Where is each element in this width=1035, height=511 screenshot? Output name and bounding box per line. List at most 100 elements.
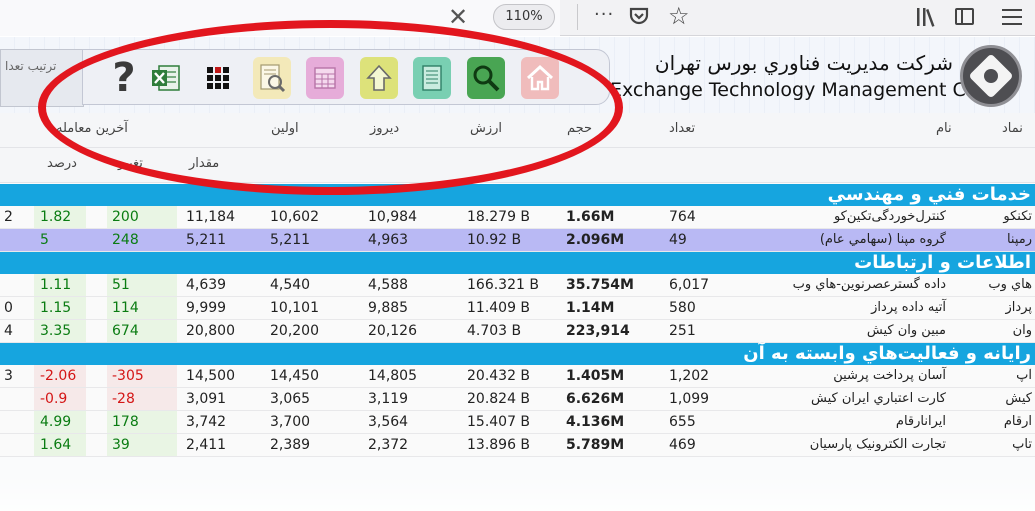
cell-count: 580	[669, 300, 696, 316]
sort-field[interactable]: ترتیب تعدا	[0, 49, 84, 107]
cell-last: 11,184	[186, 209, 235, 225]
header-symbol[interactable]: نماد	[1002, 121, 1023, 136]
cell-yesterday: 4,963	[368, 232, 409, 248]
home-button[interactable]	[521, 57, 559, 99]
cell-percent: 5	[40, 232, 49, 248]
table-row[interactable]: 3 -2.06 -305 14,500 14,450 14,805 20.432 B 1.40…	[0, 365, 1035, 388]
cell-symbol[interactable]: وان	[972, 323, 1032, 338]
cell-name[interactable]: آسان پرداخت پرشین	[748, 368, 946, 383]
company-logo[interactable]	[960, 45, 1022, 107]
cell-name[interactable]: ايرانارقام	[748, 414, 946, 429]
search-icon	[473, 65, 500, 92]
header-count[interactable]: تعداد	[669, 121, 695, 136]
cell-symbol[interactable]: رمپنا	[972, 232, 1032, 247]
cell-symbol[interactable]: ارقام	[972, 414, 1032, 429]
cell-name[interactable]: داده گسترعصرنوين-هاي وب	[748, 277, 946, 292]
list-icon	[422, 65, 442, 91]
toolbar-separator	[577, 4, 578, 30]
section-title: رايانه و فعاليت‌هاي وابسته به آن	[743, 343, 1031, 364]
table-header-row: آخرین معامله اولین دیروز ارزش حجم تعداد نام نما…	[0, 113, 1035, 148]
cell-first: 14,450	[270, 368, 319, 384]
cell-last: 3,091	[186, 391, 227, 407]
cell-name[interactable]: تجارت الکترونیک پارسیان	[748, 437, 946, 452]
header-amount[interactable]: مقدار	[189, 156, 219, 171]
search-button[interactable]	[467, 57, 505, 99]
cell-change: -28	[112, 391, 135, 407]
cell-yesterday: 3,119	[368, 391, 409, 407]
table-row[interactable]: 1.11 51 4,639 4,540 4,588 166.321 B 35.754M 6,0…	[0, 274, 1035, 297]
cell-yesterday: 10,984	[368, 209, 417, 225]
cell-last: 3,742	[186, 414, 227, 430]
menu-icon[interactable]	[1002, 9, 1022, 25]
cell-percent: 3.35	[40, 323, 72, 339]
excel-export-button[interactable]	[147, 57, 185, 99]
header-percent[interactable]: درصد	[47, 156, 77, 171]
cell-name[interactable]: آتیه داده پرداز	[748, 300, 946, 315]
cell-percent: 4.99	[40, 414, 72, 430]
table-row[interactable]: 0 1.15 114 9,999 10,101 9,885 11.409 B 1.14M 580…	[0, 297, 1035, 320]
header-yesterday[interactable]: دیروز	[370, 121, 399, 136]
header-value[interactable]: ارزش	[470, 121, 502, 136]
cell-symbol[interactable]: كيش	[972, 391, 1032, 406]
grid-view-button[interactable]	[199, 57, 237, 99]
cell-first: 20,200	[270, 323, 319, 339]
cell-yesterday: 9,885	[368, 300, 409, 316]
browser-toolbar: ✕ 110% ··· ☆	[0, 0, 1035, 36]
library-icon[interactable]	[915, 6, 941, 28]
header-change[interactable]: تغییر	[118, 156, 143, 171]
site-header: ترتیب تعدا ? شركت مديريت فناوري بورس تهر…	[0, 37, 1035, 113]
cell-count: 469	[669, 437, 696, 453]
cell-last: 5,211	[186, 232, 227, 248]
cell-yesterday: 14,805	[368, 368, 417, 384]
excel-icon	[152, 65, 180, 91]
cell-percent: -0.9	[40, 391, 68, 407]
calendar-icon	[314, 67, 336, 89]
star-icon[interactable]: ☆	[668, 1, 690, 31]
section-header: اطلاعات و ارتباطات	[0, 252, 1035, 274]
sidebar-icon[interactable]	[955, 8, 974, 25]
address-bar[interactable]	[0, 0, 560, 36]
cell-count: 764	[669, 209, 696, 225]
zoom-level-badge[interactable]: 110%	[493, 4, 555, 30]
cell-change: 51	[112, 277, 130, 293]
header-volume[interactable]: حجم	[567, 121, 592, 136]
header-first[interactable]: اولین	[271, 121, 299, 136]
cell-name[interactable]: کنترل‌خوردگی‌تکین‌کو	[748, 209, 946, 224]
table-row[interactable]: 4 3.35 674 20,800 20,200 20,126 4.703 B 223,914…	[0, 320, 1035, 343]
section-header: رايانه و فعاليت‌هاي وابسته به آن	[0, 343, 1035, 365]
cell-value: 20.824 B	[467, 391, 531, 407]
cell-change: 39	[112, 437, 130, 453]
print-preview-button[interactable]	[253, 57, 291, 99]
calendar-button[interactable]	[306, 57, 344, 99]
cell-change: 674	[112, 323, 139, 339]
cell-volume: 35.754M	[566, 277, 634, 293]
more-icon[interactable]: ···	[594, 2, 614, 28]
table-row[interactable]: 1.64 39 2,411 2,389 2,372 13.896 B 5.789M 469 تج…	[0, 434, 1035, 457]
cell-percent: 1.64	[40, 437, 72, 453]
cell-name[interactable]: مبین وان کیش	[748, 323, 946, 338]
cell-symbol[interactable]: تکنکو	[972, 209, 1032, 224]
table-row[interactable]: 5 248 5,211 5,211 4,963 10.92 B 2.096M 49 گروه م…	[0, 229, 1035, 252]
cell-count: 655	[669, 414, 696, 430]
cell-symbol[interactable]: هاي وب	[972, 277, 1032, 292]
list-view-button[interactable]	[413, 57, 451, 99]
cell-symbol[interactable]: تاپ	[972, 437, 1032, 452]
cell-symbol[interactable]: پرداز	[972, 300, 1032, 315]
pocket-icon[interactable]	[629, 7, 649, 25]
cell-name[interactable]: كارت اعتباري ايران كيش	[748, 391, 946, 406]
cell-volume: 1.405M	[566, 368, 625, 384]
cell-percent: -2.06	[40, 368, 77, 384]
header-name[interactable]: نام	[936, 121, 952, 136]
cell-symbol[interactable]: آپ	[972, 368, 1032, 383]
cell-value: 11.409 B	[467, 300, 531, 316]
upload-button[interactable]	[360, 57, 398, 99]
cell-name[interactable]: گروه مپنا (سهامي عام)	[748, 232, 946, 247]
cell-last: 2,411	[186, 437, 227, 453]
table-row[interactable]: 2 1.82 200 11,184 10,602 10,984 18.279 B 1.66M 7…	[0, 206, 1035, 229]
help-button[interactable]: ?	[105, 57, 143, 99]
header-last-trade[interactable]: آخرین معامله	[56, 121, 128, 136]
cell-yesterday: 4,588	[368, 277, 409, 293]
table-row[interactable]: -0.9 -28 3,091 3,065 3,119 20.824 B 6.626M 1,09…	[0, 388, 1035, 411]
table-row[interactable]: 4.99 178 3,742 3,700 3,564 15.407 B 4.136M 655 ا…	[0, 411, 1035, 434]
close-icon[interactable]: ✕	[448, 2, 468, 32]
